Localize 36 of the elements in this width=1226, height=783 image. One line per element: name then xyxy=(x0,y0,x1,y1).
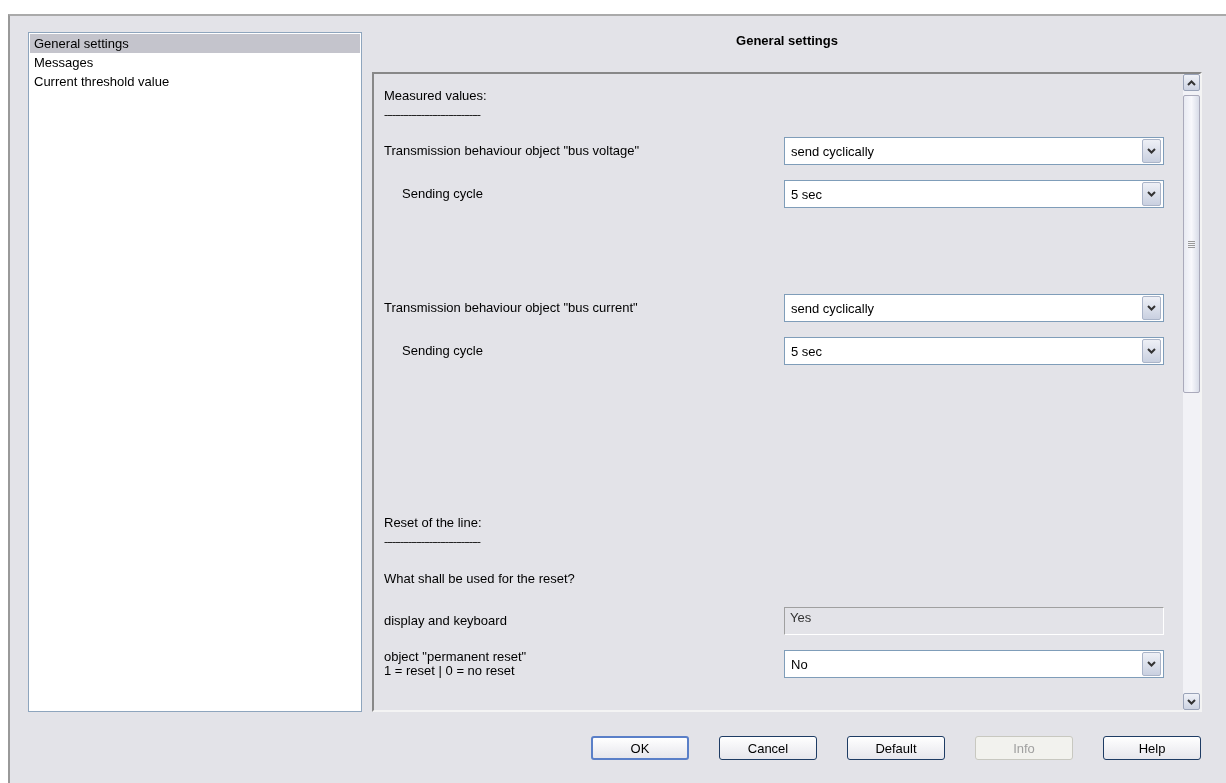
dropdown[interactable]: send cyclically xyxy=(784,294,1164,322)
parameter-label: Sending cycle xyxy=(401,344,484,358)
dropdown[interactable]: 5 sec xyxy=(784,180,1164,208)
dashed-rule: ------------------------------------ xyxy=(384,109,482,119)
scroll-down-button[interactable] xyxy=(1183,693,1200,710)
chevron-down-icon xyxy=(1147,661,1156,667)
grip-icon xyxy=(1188,240,1195,248)
chevron-down-icon xyxy=(1147,148,1156,154)
readonly-field: Yes xyxy=(784,607,1164,635)
chevron-up-icon xyxy=(1187,79,1196,86)
dialog-button[interactable]: Cancel xyxy=(719,736,817,760)
parameter-label: object "permanent reset" 1 = reset | 0 = no reset xyxy=(384,650,528,678)
scroll-thumb[interactable] xyxy=(1183,95,1200,393)
dialog-button[interactable]: OK xyxy=(591,736,689,760)
panel-title: General settings xyxy=(736,32,838,50)
chevron-down-icon xyxy=(1147,191,1156,197)
section-heading: Measured values: xyxy=(384,88,488,103)
list-item[interactable]: Current threshold value xyxy=(30,72,360,91)
parameter-label: Transmission behaviour object "bus voltage" xyxy=(384,144,641,158)
chevron-down-icon xyxy=(1187,698,1196,705)
section-heading: Reset of the line: xyxy=(384,515,483,530)
list-item[interactable]: Messages xyxy=(30,53,360,72)
dropdown[interactable]: No xyxy=(784,650,1164,678)
dialog-button[interactable]: Default xyxy=(847,736,945,760)
dashed-rule: ------------------------------------ xyxy=(384,536,482,546)
parameter-label: display and keyboard xyxy=(384,614,508,628)
chevron-down-icon xyxy=(1147,348,1156,354)
list-item[interactable]: General settings xyxy=(30,34,360,53)
dropdown[interactable]: 5 sec xyxy=(784,337,1164,365)
dialog-button[interactable]: Help xyxy=(1103,736,1201,760)
chevron-down-icon xyxy=(1147,305,1156,311)
parameter-label: Transmission behaviour object "bus current" xyxy=(384,301,639,315)
parameter-label: Sending cycle xyxy=(401,187,484,201)
dropdown[interactable]: send cyclically xyxy=(784,137,1164,165)
scroll-up-button[interactable] xyxy=(1183,74,1200,91)
question-text: What shall be used for the reset? xyxy=(384,570,575,586)
